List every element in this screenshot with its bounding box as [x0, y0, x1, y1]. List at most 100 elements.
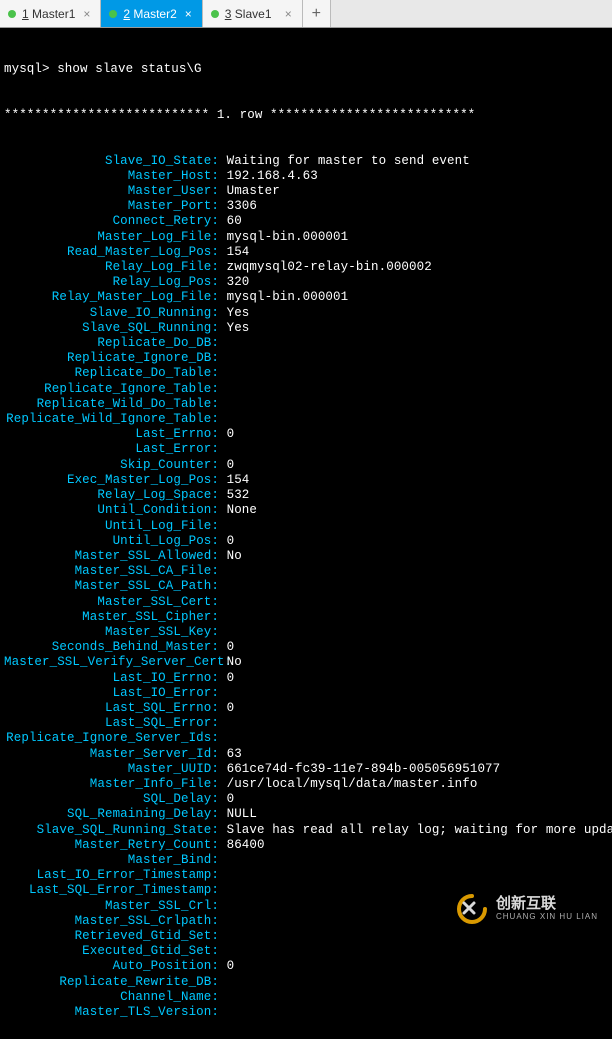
- field-value: 0: [219, 458, 234, 473]
- field-value: Umaster: [219, 184, 280, 199]
- field-value: [219, 412, 227, 427]
- field-value: 532: [219, 488, 249, 503]
- field-key: Last_SQL_Error:: [4, 716, 219, 731]
- field-key: Connect_Retry:: [4, 214, 219, 229]
- status-row: Until_Log_Pos: 0: [4, 534, 608, 549]
- close-icon[interactable]: ×: [183, 7, 194, 21]
- field-key: Master_SSL_Verify_Server_Cert:: [4, 655, 219, 670]
- status-row: Master_SSL_Cert:: [4, 595, 608, 610]
- field-value: [219, 595, 227, 610]
- tab-label: 1 Master1: [22, 7, 75, 21]
- field-value: 0: [219, 701, 234, 716]
- status-row: SQL_Remaining_Delay: NULL: [4, 807, 608, 822]
- status-row: Replicate_Ignore_DB:: [4, 351, 608, 366]
- field-value: mysql-bin.000001: [219, 230, 348, 245]
- status-row: Replicate_Ignore_Server_Ids:: [4, 731, 608, 746]
- tab-master1[interactable]: 1 Master1 ×: [0, 0, 101, 27]
- status-row: Relay_Log_Space: 532: [4, 488, 608, 503]
- field-value: None: [219, 503, 257, 518]
- field-value: 0: [219, 427, 234, 442]
- field-value: NULL: [219, 807, 257, 822]
- field-value: Yes: [219, 306, 249, 321]
- field-key: Replicate_Do_DB:: [4, 336, 219, 351]
- field-key: Replicate_Do_Table:: [4, 366, 219, 381]
- status-row: Master_Retry_Count: 86400: [4, 838, 608, 853]
- field-key: Master_SSL_CA_Path:: [4, 579, 219, 594]
- field-value: [219, 382, 227, 397]
- tab-slave1[interactable]: 3 Slave1 ×: [203, 0, 303, 27]
- close-icon[interactable]: ×: [283, 7, 294, 21]
- field-value: 320: [219, 275, 249, 290]
- status-row: Relay_Log_File: zwqmysql02-relay-bin.000…: [4, 260, 608, 275]
- status-row: Slave_SQL_Running_State: Slave has read …: [4, 823, 608, 838]
- field-key: SQL_Remaining_Delay:: [4, 807, 219, 822]
- field-key: Master_Log_File:: [4, 230, 219, 245]
- status-row: Master_SSL_CA_Path:: [4, 579, 608, 594]
- status-row: Master_Server_Id: 63: [4, 747, 608, 762]
- field-key: Auto_Position:: [4, 959, 219, 974]
- status-row: Master_TLS_Version:: [4, 1005, 608, 1020]
- field-key: Master_UUID:: [4, 762, 219, 777]
- field-key: Relay_Log_Space:: [4, 488, 219, 503]
- field-value: 0: [219, 534, 234, 549]
- status-row: Last_Error:: [4, 442, 608, 457]
- field-value: 0: [219, 959, 234, 974]
- field-key: Master_Info_File:: [4, 777, 219, 792]
- row-separator: *************************** 1. row *****…: [4, 108, 608, 123]
- status-row: Slave_SQL_Running: Yes: [4, 321, 608, 336]
- field-key: Skip_Counter:: [4, 458, 219, 473]
- field-key: Relay_Log_File:: [4, 260, 219, 275]
- field-value: Slave has read all relay log; waiting fo…: [219, 823, 612, 838]
- field-key: Relay_Log_Pos:: [4, 275, 219, 290]
- status-row: Master_Info_File: /usr/local/mysql/data/…: [4, 777, 608, 792]
- field-key: Master_User:: [4, 184, 219, 199]
- status-row: Last_IO_Error_Timestamp:: [4, 868, 608, 883]
- status-row: Seconds_Behind_Master: 0: [4, 640, 608, 655]
- field-value: [219, 625, 227, 640]
- status-row: Replicate_Ignore_Table:: [4, 382, 608, 397]
- close-icon[interactable]: ×: [81, 7, 92, 21]
- status-row: Slave_IO_State: Waiting for master to se…: [4, 154, 608, 169]
- status-row: Master_Bind:: [4, 853, 608, 868]
- field-key: Last_Errno:: [4, 427, 219, 442]
- status-row: Replicate_Wild_Do_Table:: [4, 397, 608, 412]
- mysql-prompt: mysql> show slave status\G: [4, 62, 608, 77]
- tab-label: 3 Slave1: [225, 7, 272, 21]
- watermark-text: 创新互联 CHUANG XIN HU LIAN: [496, 896, 598, 921]
- field-key: Master_SSL_Crlpath:: [4, 914, 219, 929]
- field-key: Last_IO_Error_Timestamp:: [4, 868, 219, 883]
- tab-master2[interactable]: 2 Master2×: [101, 0, 202, 27]
- field-value: 192.168.4.63: [219, 169, 318, 184]
- field-key: Replicate_Ignore_DB:: [4, 351, 219, 366]
- terminal-output[interactable]: mysql> show slave status\G *************…: [0, 28, 612, 1039]
- status-row: Master_SSL_Allowed: No: [4, 549, 608, 564]
- field-key: Read_Master_Log_Pos:: [4, 245, 219, 260]
- new-tab-button[interactable]: +: [303, 0, 331, 27]
- field-key: Master_SSL_Key:: [4, 625, 219, 640]
- field-value: Yes: [219, 321, 249, 336]
- field-value: Waiting for master to send event: [219, 154, 470, 169]
- field-value: zwqmysql02-relay-bin.000002: [219, 260, 432, 275]
- field-key: Last_IO_Errno:: [4, 671, 219, 686]
- field-value: [219, 853, 227, 868]
- field-value: [219, 442, 227, 457]
- field-value: [219, 397, 227, 412]
- field-key: Relay_Master_Log_File:: [4, 290, 219, 305]
- status-row: Master_User: Umaster: [4, 184, 608, 199]
- status-row: Last_IO_Errno: 0: [4, 671, 608, 686]
- status-row: Master_Log_File: mysql-bin.000001: [4, 230, 608, 245]
- field-key: Master_TLS_Version:: [4, 1005, 219, 1020]
- field-key: Master_Bind:: [4, 853, 219, 868]
- field-key: Master_SSL_CA_File:: [4, 564, 219, 579]
- field-value: [219, 686, 227, 701]
- status-row: Last_IO_Error:: [4, 686, 608, 701]
- field-value: 3306: [219, 199, 257, 214]
- field-key: Last_Error:: [4, 442, 219, 457]
- field-key: Replicate_Wild_Do_Table:: [4, 397, 219, 412]
- field-key: Master_SSL_Cipher:: [4, 610, 219, 625]
- field-value: /usr/local/mysql/data/master.info: [219, 777, 477, 792]
- field-value: [219, 519, 227, 534]
- status-row: Connect_Retry: 60: [4, 214, 608, 229]
- field-value: 154: [219, 245, 249, 260]
- status-row: Master_Host: 192.168.4.63: [4, 169, 608, 184]
